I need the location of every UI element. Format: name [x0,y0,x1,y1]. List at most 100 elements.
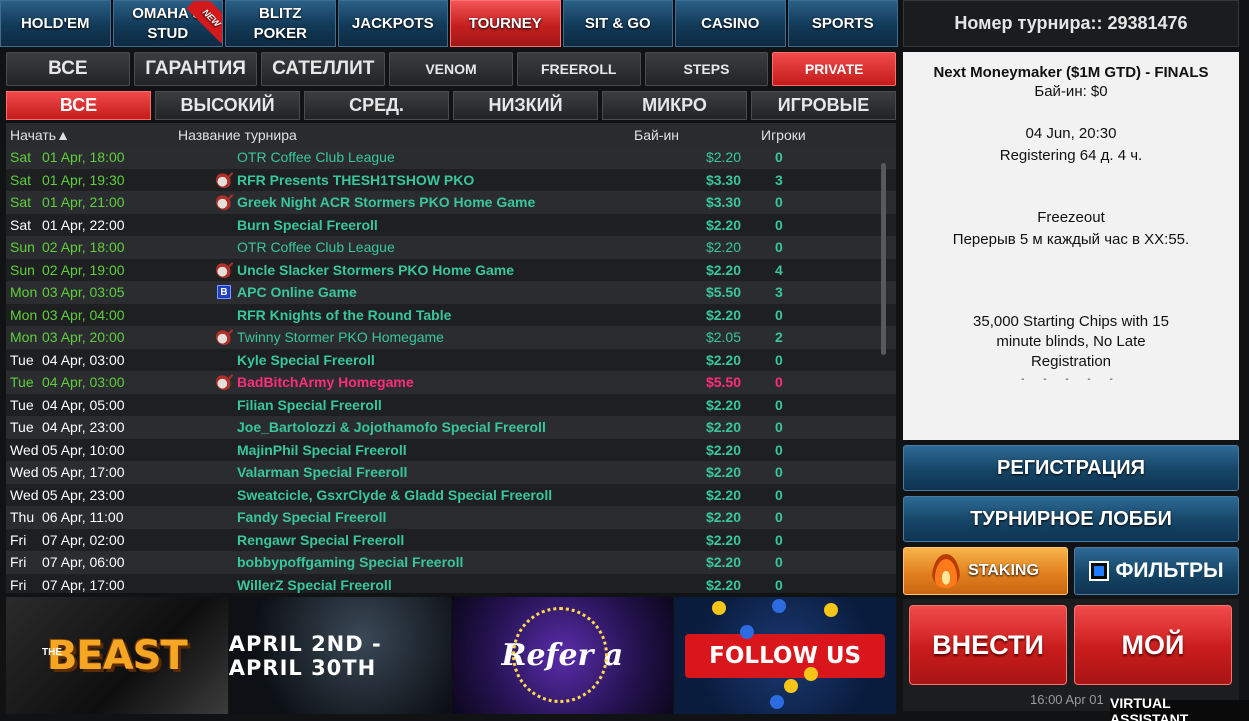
tab-tourney[interactable]: TOURNEY [450,0,561,47]
row-name: bobbypoffgaming Special Freeroll [237,554,464,571]
row-start-time: Sat 01 Apr, 21:00 [6,194,173,210]
header-players[interactable]: Игроки [761,127,881,143]
virtual-assistant-button[interactable]: VIRTUAL ASSISTANT [1110,695,1249,721]
row-name: OTR Coffee Club League [237,239,395,256]
tab-sit-go[interactable]: SIT & GO [562,0,673,47]
b-badge-icon: B [217,285,231,300]
row-day: Thu [10,509,35,526]
stake-filter-1[interactable]: ВЫСОКИЙ [155,91,300,120]
row-players: 0 [775,464,783,481]
banner-follow[interactable]: FOLLOW US [674,597,896,714]
table-row[interactable]: Mon 03 Apr, 04:00 RFR Knights of the Round… [6,303,896,326]
type-filter-3[interactable]: VENOM [389,52,513,86]
beast-title: BEAST [46,632,188,679]
table-row[interactable]: Tue 04 Apr, 05:00 Filian Special Freeroll $… [6,393,896,416]
row-players: 0 [775,396,783,413]
row-buyin: $3.30 [705,194,741,211]
header-name[interactable]: Название турнира [173,127,634,143]
table-row[interactable]: Mon 03 Apr, 20:00 Twinny Stormer PKO Homeg… [6,326,896,349]
table-scrollbar[interactable] [881,163,886,355]
row-start-time: Wed 05 Apr, 23:00 [6,487,173,503]
tab-sports[interactable]: SPORTS [787,0,898,47]
row-date: 07 Apr, 02:00 [42,531,125,548]
type-filter-0[interactable]: ВСЕ [6,52,130,86]
banner-beast[interactable]: THE BEAST [6,597,228,714]
row-date: 05 Apr, 23:00 [42,486,125,503]
table-row[interactable]: Wed 05 Apr, 17:00 Valarman Special Freerol… [6,461,896,484]
banner-refer[interactable]: Refer a [451,597,674,714]
tab-label: HOLD'EM [20,14,90,32]
type-filter-1[interactable]: ГАРАНТИЯ [133,52,258,86]
row-icon-cell [211,194,237,211]
tab-blitz-poker[interactable]: BLITZ POKER [225,0,336,47]
table-row[interactable]: Fri 07 Apr, 02:00 Rengawr Special Freeroll… [6,528,896,551]
row-date: 03 Apr, 04:00 [42,306,125,323]
table-row[interactable]: Fri 07 Apr, 17:00 WillerZ Special Freeroll… [6,573,896,593]
row-buyin: $2.20 [705,509,741,526]
game-tabs: HOLD'EM OMAHA & STUD NEW BLITZ POKER JACKPOT… [0,0,898,47]
row-start-time: Wed 05 Apr, 17:00 [6,464,173,480]
row-players: 0 [775,216,783,233]
filters-button[interactable]: ФИЛЬТРЫ [1074,547,1239,595]
tab-omaha-stud[interactable]: OMAHA & STUD NEW [112,0,223,47]
table-row[interactable]: Tue 04 Apr, 03:00 BadBitchArmy Homegame $5.… [6,371,896,394]
stake-filter-2[interactable]: СРЕД. [304,91,449,120]
table-row[interactable]: Fri 07 Apr, 06:00 bobbypoffgaming Special … [6,551,896,574]
tab-label: SPORTS [811,14,874,32]
row-date: 01 Apr, 18:00 [42,149,125,166]
tourney-number: Номер турнира:: 29381476 [903,0,1239,47]
row-buyin: $2.20 [705,306,741,323]
banner-dates[interactable]: APRIL 2ND - APRIL 30TH [228,597,451,714]
row-name: RFR Presents THESH1TSHOW PKO [237,171,475,188]
table-row[interactable]: Tue 04 Apr, 23:00 Joe_Bartolozzi & Jojotha… [6,416,896,439]
row-day: Wed [10,441,39,458]
checkbox-icon[interactable] [1089,561,1110,581]
tab-casino[interactable]: CASINO [675,0,786,47]
row-start-time: Sun 02 Apr, 18:00 [6,239,173,255]
tab-jackpots[interactable]: JACKPOTS [337,0,448,47]
table-row[interactable]: Sat 01 Apr, 19:30 RFR Presents THESH1TSHOW… [6,168,896,191]
my-tournaments-button[interactable]: МОЙ [1074,605,1232,685]
staking-button[interactable]: STAKING [903,547,1068,595]
table-row[interactable]: Sun 02 Apr, 18:00 OTR Coffee Club League $2… [6,236,896,259]
type-filter-2[interactable]: САТЕЛЛИТ [261,52,386,86]
table-row[interactable]: Sat 01 Apr, 22:00 Burn Special Freeroll $2.… [6,213,896,236]
table-row[interactable]: Sat 01 Apr, 21:00 Greek Night ACR Stormers… [6,191,896,214]
row-start-time: Sat 01 Apr, 19:30 [6,172,173,188]
table-row[interactable]: Mon 03 Apr, 03:05 B APC Online Game $5.50 3 [6,281,896,304]
staking-label: STAKING [968,562,1039,579]
row-players: 0 [775,486,783,503]
type-filter-5[interactable]: STEPS [644,52,769,86]
row-name: Filian Special Freeroll [237,396,382,413]
type-filter-6[interactable]: PRIVATE [772,52,897,86]
row-name: OTR Coffee Club League [237,149,395,166]
stake-filter-5[interactable]: ИГРОВЫЕ [751,91,896,120]
header-buyin[interactable]: Бай-ин [634,127,761,143]
table-row[interactable]: Tue 04 Apr, 03:00 Kyle Special Freeroll $2.… [6,348,896,371]
table-row[interactable]: Wed 05 Apr, 23:00 Sweatcicle, GsxrClyde & … [6,483,896,506]
stake-filter-3[interactable]: НИЗКИЙ [453,91,598,120]
row-name: Rengawr Special Freeroll [237,531,405,548]
register-button[interactable]: РЕГИСТРАЦИЯ [903,445,1239,491]
row-date: 06 Apr, 11:00 [42,509,124,526]
follow-us-button: FOLLOW US [685,633,886,678]
row-name: Valarman Special Freeroll [237,464,408,481]
row-name: Uncle Slacker Stormers PKO Home Game [237,261,515,278]
row-day: Tue [10,351,34,368]
tourney-lobby-button[interactable]: ТУРНИРНОЕ ЛОББИ [903,496,1239,542]
header-start[interactable]: Начать▲ [6,127,173,143]
row-start-time: Tue 04 Apr, 03:00 [6,374,173,390]
deposit-button[interactable]: ВНЕСТИ [909,605,1067,685]
stake-filter-0[interactable]: ВСЕ [6,91,151,120]
row-players: 0 [775,531,783,548]
tab-hold-em[interactable]: HOLD'EM [0,0,111,47]
row-day: Mon [10,329,38,346]
table-row[interactable]: Wed 05 Apr, 10:00 MajinPhil Special Freero… [6,438,896,461]
table-row[interactable]: Thu 06 Apr, 11:00 Fandy Special Freeroll $2… [6,506,896,529]
table-row[interactable]: Sat 01 Apr, 18:00 OTR Coffee Club League $2… [6,146,896,169]
stake-filter-4[interactable]: МИКРО [602,91,747,120]
refer-ring-icon [511,607,608,703]
table-row[interactable]: Sun 02 Apr, 19:00 Uncle Slacker Stormers P… [6,258,896,281]
row-date: 04 Apr, 23:00 [42,419,125,436]
type-filter-4[interactable]: FREEROLL [516,52,641,86]
